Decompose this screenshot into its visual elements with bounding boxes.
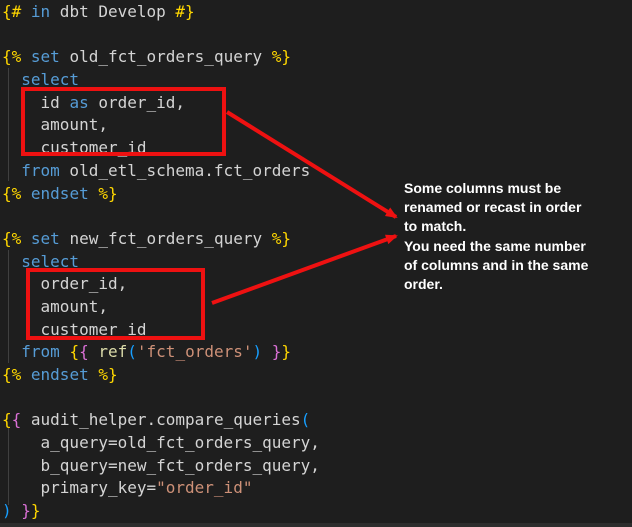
code-token: } [31, 501, 41, 520]
code-token: "order_id" [156, 478, 252, 497]
code-token: } [21, 501, 31, 520]
scrollbar-strip [0, 523, 632, 527]
code-token: {# [2, 2, 21, 21]
code-token [2, 342, 21, 361]
annotation-line: Some columns must be [404, 179, 628, 198]
annotation-line: of columns and in the same [404, 256, 628, 275]
code-token [2, 161, 21, 180]
code-token [89, 365, 99, 384]
annotation-line: renamed or recast in order [404, 198, 628, 217]
code-token: ref [98, 342, 127, 361]
code-token: {% [2, 365, 21, 384]
code-token: ( [301, 410, 311, 429]
code-token [89, 184, 99, 203]
code-token: ) [253, 342, 263, 361]
code-token: primary_key= [2, 478, 156, 497]
annotation-line: to match. [404, 217, 628, 236]
code-token: { [2, 410, 12, 429]
code-line[interactable]: {% endset %} [2, 183, 320, 206]
code-token: endset [31, 365, 89, 384]
annotation-text: Some columns must be renamed or recast i… [404, 179, 628, 294]
code-line[interactable]: b_query=new_fct_orders_query, [2, 455, 320, 478]
code-line[interactable] [2, 205, 320, 228]
code-token: old_fct_orders_query [60, 47, 272, 66]
code-token: ) [2, 501, 12, 520]
code-token [21, 2, 31, 21]
indent-guide [8, 68, 9, 181]
code-token: old_etl_schema.fct_orders [60, 161, 310, 180]
code-token: endset [31, 184, 89, 203]
code-token [21, 365, 31, 384]
code-token: #} [175, 2, 194, 21]
code-line[interactable] [2, 24, 320, 47]
code-token: ( [127, 342, 137, 361]
code-token: set [31, 229, 60, 248]
code-token: a_query=old_fct_orders_query, [2, 433, 320, 452]
code-editor[interactable]: {# in dbt Develop #} {% set old_fct_order… [2, 1, 320, 523]
code-line[interactable]: a_query=old_fct_orders_query, [2, 432, 320, 455]
highlight-box-new-columns [26, 268, 205, 340]
code-token: 'fct_orders' [137, 342, 253, 361]
code-line[interactable]: {% set old_fct_orders_query %} [2, 46, 320, 69]
code-token [89, 342, 99, 361]
highlight-box-old-columns [21, 87, 226, 156]
code-token: from [21, 342, 60, 361]
code-token [21, 47, 31, 66]
code-token: new_fct_orders_query [60, 229, 272, 248]
annotation-line: You need the same number [404, 237, 628, 256]
code-line[interactable]: primary_key="order_id" [2, 477, 320, 500]
code-token: %} [272, 47, 291, 66]
indent-guide [8, 428, 9, 505]
code-token: %} [272, 229, 291, 248]
code-token: in [31, 2, 50, 21]
code-token: dbt Develop [50, 2, 175, 21]
code-token: {% [2, 47, 21, 66]
code-line[interactable]: ) }} [2, 500, 320, 523]
code-token: { [79, 342, 89, 361]
code-line[interactable]: from old_etl_schema.fct_orders [2, 160, 320, 183]
code-token: {% [2, 184, 21, 203]
code-token [12, 501, 22, 520]
annotation-line: order. [404, 275, 628, 294]
code-token [2, 70, 21, 89]
code-token [262, 342, 272, 361]
code-token: b_query=new_fct_orders_query, [2, 456, 320, 475]
code-token: from [21, 161, 60, 180]
code-token: %} [98, 184, 117, 203]
code-token: } [272, 342, 282, 361]
code-token: } [281, 342, 291, 361]
code-token: audit_helper.compare_queries [21, 410, 300, 429]
code-line[interactable]: {{ audit_helper.compare_queries( [2, 409, 320, 432]
code-token: set [31, 47, 60, 66]
code-line[interactable]: {# in dbt Develop #} [2, 1, 320, 24]
code-token [21, 184, 31, 203]
code-token [2, 252, 21, 271]
code-token: {% [2, 229, 21, 248]
code-token: { [12, 410, 22, 429]
code-token [21, 229, 31, 248]
code-line[interactable] [2, 387, 320, 410]
code-line[interactable]: {% endset %} [2, 364, 320, 387]
code-token [60, 342, 70, 361]
indent-guide [8, 250, 9, 363]
code-line[interactable]: {% set new_fct_orders_query %} [2, 228, 320, 251]
code-token: { [69, 342, 79, 361]
code-line[interactable]: from {{ ref('fct_orders') }} [2, 341, 320, 364]
code-token: %} [98, 365, 117, 384]
